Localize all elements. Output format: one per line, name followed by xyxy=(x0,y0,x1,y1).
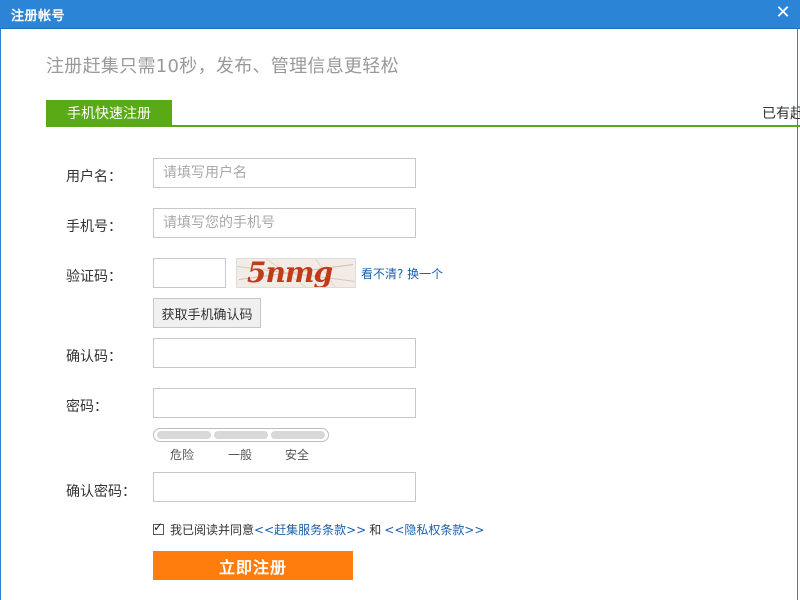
captcha-refresh-link[interactable]: 看不清? 换一个 xyxy=(361,265,443,282)
phone-input[interactable] xyxy=(153,208,416,238)
window-title: 注册帐号 xyxy=(11,9,66,24)
strength-label-safe: 安全 xyxy=(285,448,310,462)
register-button[interactable]: 立即注册 xyxy=(153,551,353,580)
strength-segment xyxy=(271,431,325,439)
username-input[interactable] xyxy=(153,158,416,188)
confirm-password-label: 确认密码： xyxy=(66,484,136,500)
service-terms-link[interactable]: <<赶集服务条款>> xyxy=(254,521,366,538)
agreement-row: 我已阅读并同意 <<赶集服务条款>> 和 <<隐私权条款>> xyxy=(153,520,485,538)
strength-label-danger: 危险 xyxy=(170,448,195,462)
confirm-code-input[interactable] xyxy=(153,338,416,368)
checkbox-checked-icon[interactable] xyxy=(153,520,164,535)
strength-label-medium: 一般 xyxy=(228,448,253,462)
password-label: 密码： xyxy=(66,399,108,415)
confirm-password-input[interactable] xyxy=(153,472,416,502)
window-titlebar: 注册帐号 ✕ xyxy=(0,0,800,29)
confirm-code-label: 确认码： xyxy=(66,349,122,365)
tab-phone-register[interactable]: 手机快速注册 xyxy=(46,100,172,126)
password-strength-meter xyxy=(153,428,329,442)
page-subtitle: 注册赶集只需10秒，发布、管理信息更轻松 xyxy=(46,56,399,77)
strength-segment xyxy=(157,431,211,439)
agreement-text: 我已阅读并同意 xyxy=(170,522,255,537)
captcha-input[interactable] xyxy=(153,258,226,288)
username-label: 用户名： xyxy=(66,169,122,185)
captcha-text: 5nmg xyxy=(247,258,333,288)
captcha-label: 验证码： xyxy=(66,269,122,285)
tab-underline xyxy=(46,125,800,127)
phone-label: 手机号： xyxy=(66,219,122,235)
close-icon[interactable]: ✕ xyxy=(772,2,794,24)
agreement-and: 和 xyxy=(369,522,382,537)
get-sms-code-button[interactable]: 获取手机确认码 xyxy=(153,298,261,328)
privacy-terms-link[interactable]: <<隐私权条款>> xyxy=(384,521,484,538)
strength-segment xyxy=(214,431,268,439)
password-input[interactable] xyxy=(153,388,416,418)
login-prompt[interactable]: 已有赶 xyxy=(762,103,800,123)
captcha-image[interactable]: 5nmg xyxy=(236,258,356,288)
